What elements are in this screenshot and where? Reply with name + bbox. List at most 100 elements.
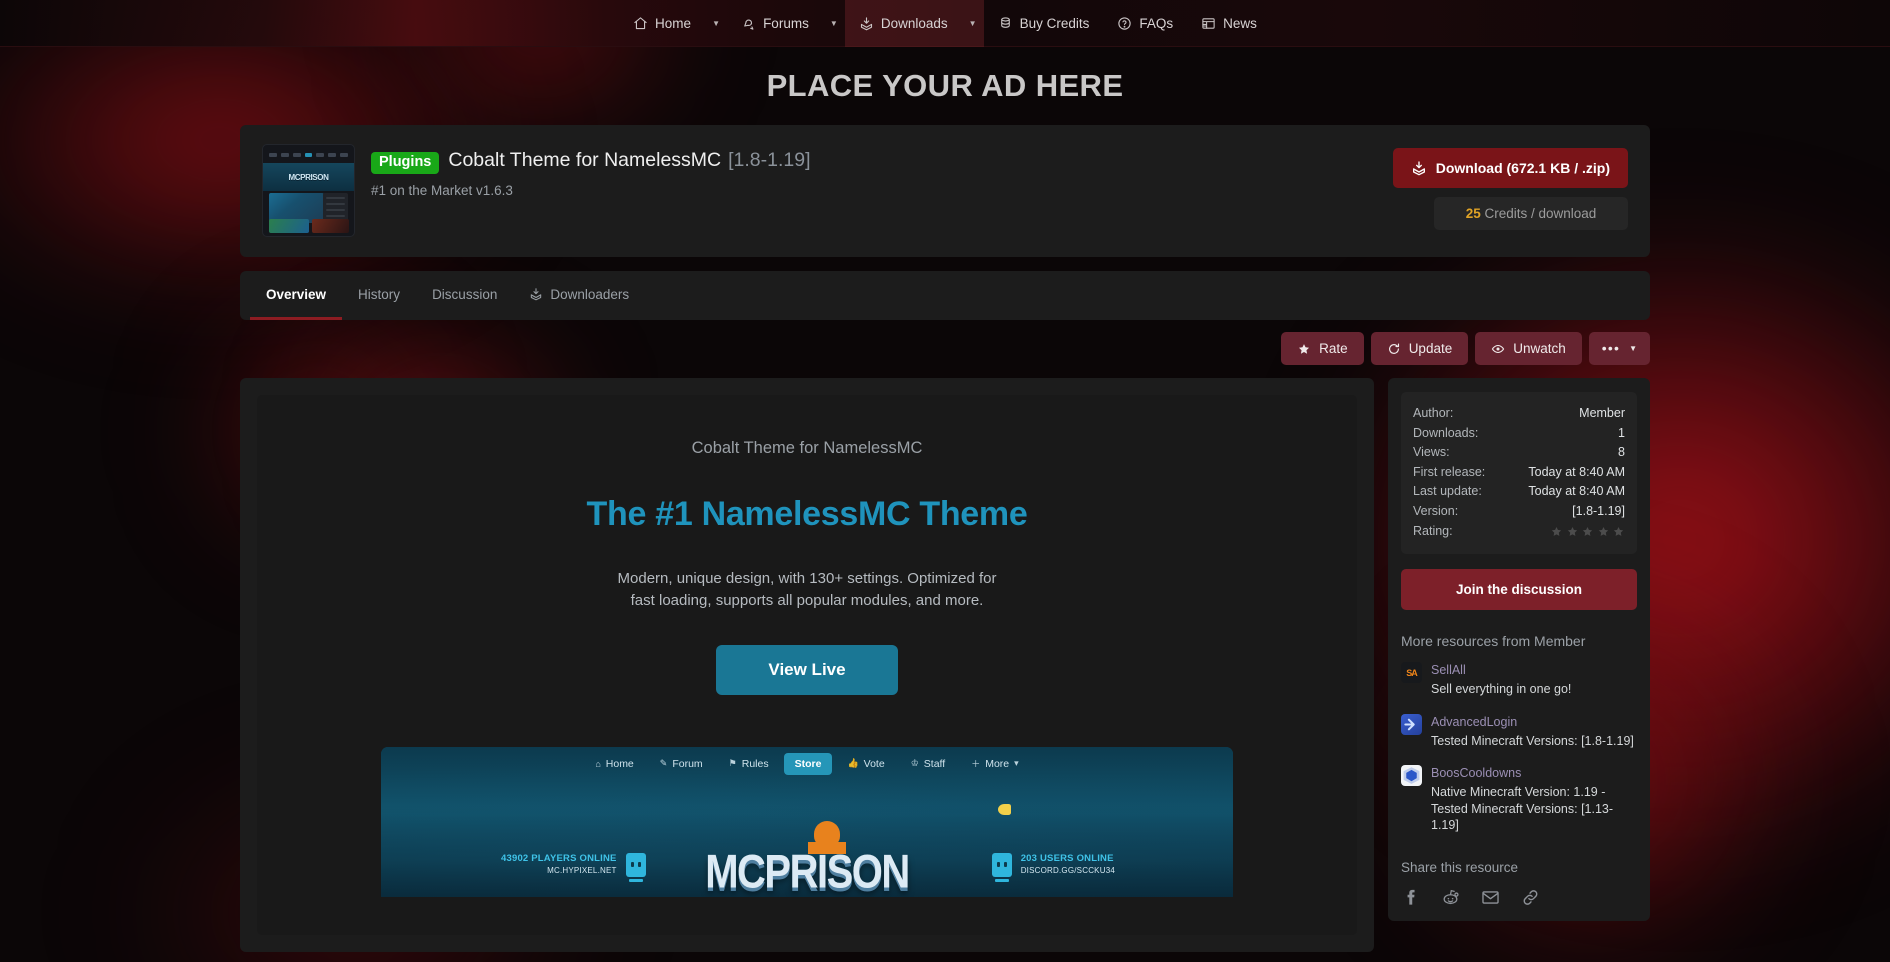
rating-stars[interactable]: [1550, 525, 1625, 538]
rate-button[interactable]: Rate: [1281, 332, 1364, 365]
screenshot-fish-decoration: [998, 803, 1011, 815]
theme-screenshot-preview[interactable]: ⌂ Home ✎ Forum ⚑ Rules Store 👍 Vote ♔ St…: [381, 746, 1233, 897]
star-icon[interactable]: [1597, 525, 1610, 538]
tab-history[interactable]: History: [342, 271, 416, 320]
resource-version-tag: [1.8-1.19]: [728, 149, 811, 171]
nav-label-buy-credits: Buy Credits: [1019, 15, 1090, 31]
thumbnail-tile-1: [269, 219, 309, 233]
resource-item-body: AdvancedLogin Tested Minecraft Versions:…: [1431, 714, 1637, 750]
facebook-icon[interactable]: [1401, 888, 1420, 907]
thumbnail-nav-strip: [269, 151, 349, 159]
nav-item-forums[interactable]: Forums: [727, 0, 823, 47]
star-icon[interactable]: [1566, 525, 1579, 538]
home-icon: ⌂: [595, 758, 601, 769]
credits-icon: [998, 16, 1013, 31]
nav-item-downloads[interactable]: Downloads: [844, 0, 962, 47]
screenshot-nav-forum-label: Forum: [672, 757, 703, 770]
resource-item-name[interactable]: SellAll: [1431, 662, 1637, 678]
list-item[interactable]: BoosCooldowns Native Minecraft Version: …: [1401, 765, 1637, 833]
crown-icon: ♔: [910, 758, 919, 768]
unwatch-button[interactable]: Unwatch: [1475, 332, 1582, 365]
resource-item-name[interactable]: BoosCooldowns: [1431, 765, 1637, 781]
nav-item-home[interactable]: Home: [619, 0, 705, 47]
screenshot-nav-vote-label: Vote: [863, 757, 885, 770]
more-resources-list: SA SellAll Sell everything in one go! Ad…: [1401, 662, 1637, 833]
update-button[interactable]: Update: [1370, 332, 1469, 365]
detail-value-last-update: Today at 8:40 AM: [1528, 484, 1625, 499]
detail-key-first-release: First release:: [1413, 464, 1486, 479]
screenshot-discord-count: 203 USERS ONLINE: [1020, 852, 1114, 864]
resource-item-name[interactable]: AdvancedLogin: [1431, 714, 1637, 730]
tab-overview[interactable]: Overview: [250, 271, 343, 320]
link-icon[interactable]: [1521, 888, 1540, 907]
list-item[interactable]: SA SellAll Sell everything in one go!: [1401, 662, 1637, 698]
nav-label-news: News: [1223, 15, 1257, 31]
ad-banner[interactable]: PLACE YOUR AD HERE: [0, 47, 1890, 125]
page-root: Home ▼ Forums ▼ Downloads ▼ Buy Credits …: [0, 0, 1890, 962]
download-icon: [1411, 160, 1427, 176]
content-container: MCPRISON Plugins Cobalt Theme for Namele…: [240, 125, 1650, 952]
email-icon[interactable]: [1481, 888, 1500, 907]
screenshot-players-text: 43902 PLAYERS ONLINE MC.HYPIXEL.NET: [501, 853, 617, 877]
tab-discussion[interactable]: Discussion: [416, 271, 513, 320]
detail-value-views: 8: [1618, 445, 1625, 460]
screenshot-nav-forum[interactable]: ✎ Forum: [649, 753, 714, 775]
chevron-down-icon: ▼: [968, 18, 977, 28]
unwatch-button-label: Unwatch: [1513, 341, 1566, 356]
view-live-button[interactable]: View Live: [716, 644, 898, 695]
resource-item-desc: Tested Minecraft Versions: [1.8-1.19]: [1431, 733, 1634, 748]
nav-item-faqs[interactable]: FAQs: [1103, 0, 1187, 47]
share-heading: Share this resource: [1401, 860, 1519, 876]
more-options-button[interactable]: ••• ▼: [1588, 332, 1650, 365]
promo-subtitle: Cobalt Theme for NamelessMC: [691, 439, 923, 457]
overview-panel: Cobalt Theme for NamelessMC The #1 Namel…: [240, 378, 1374, 952]
nav-label-forums: Forums: [763, 15, 809, 31]
resource-title-row: Plugins Cobalt Theme for NamelessMC [1.8…: [371, 149, 1393, 174]
tab-downloaders[interactable]: Downloaders: [513, 271, 645, 320]
reddit-icon[interactable]: [1441, 888, 1460, 907]
screenshot-nav-vote[interactable]: 👍 Vote: [836, 753, 895, 775]
detail-key-rating: Rating:: [1413, 523, 1453, 538]
detail-row-views: Views: 8: [1413, 443, 1625, 463]
credits-amount: 25: [1465, 206, 1481, 221]
booscooldowns-icon: [1401, 765, 1422, 787]
ellipsis-icon: •••: [1601, 340, 1621, 357]
screenshot-nav-rules[interactable]: ⚑ Rules: [718, 753, 780, 775]
star-icon[interactable]: [1612, 525, 1625, 538]
discord-icon: [991, 852, 1012, 882]
chevron-down-icon: ▼: [712, 18, 721, 28]
screenshot-nav-home[interactable]: ⌂ Home: [584, 753, 644, 775]
star-icon[interactable]: [1550, 525, 1563, 538]
screenshot-nav-store-label: Store: [794, 757, 822, 770]
screenshot-nav-staff[interactable]: ♔ Staff: [900, 753, 956, 775]
resource-item-desc: Sell everything in one go!: [1431, 682, 1572, 697]
downloaders-icon: [529, 287, 543, 301]
screenshot-discord-stat: 203 USERS ONLINE DISCORD.GG/SCCKU34: [991, 852, 1115, 882]
nav-caret-forums[interactable]: ▼: [823, 0, 845, 47]
advancedlogin-icon: [1401, 713, 1422, 735]
detail-row-last-update: Last update: Today at 8:40 AM: [1413, 482, 1625, 502]
nav-item-buy-credits[interactable]: Buy Credits: [984, 0, 1104, 47]
screenshot-octopus-decoration: [808, 820, 846, 854]
resource-thumbnail[interactable]: MCPRISON: [262, 144, 355, 237]
nav-item-news[interactable]: News: [1187, 0, 1271, 47]
screenshot-nav-more[interactable]: ＋ More ▾: [960, 752, 1029, 775]
resource-action-row: Rate Update Unwatch ••• ▼: [240, 332, 1650, 365]
detail-value-author[interactable]: Member: [1579, 404, 1625, 424]
screenshot-nav-store[interactable]: Store: [783, 752, 833, 775]
screenshot-discord-handle: DISCORD.GG/SCCKU34: [1020, 865, 1115, 875]
nav-caret-downloads[interactable]: ▼: [961, 0, 984, 47]
resource-item-body: SellAll Sell everything in one go!: [1431, 662, 1637, 698]
list-item[interactable]: AdvancedLogin Tested Minecraft Versions:…: [1401, 713, 1637, 750]
resource-item-desc: Native Minecraft Version: 1.19 - Tested …: [1431, 785, 1614, 832]
tab-overview-label: Overview: [266, 286, 327, 302]
star-icon[interactable]: [1581, 525, 1594, 538]
chevron-down-icon: ▾: [1014, 758, 1019, 768]
resource-info: Plugins Cobalt Theme for NamelessMC [1.8…: [371, 144, 1393, 198]
nav-caret-home[interactable]: ▼: [705, 0, 727, 47]
screenshot-nav: ⌂ Home ✎ Forum ⚑ Rules Store 👍 Vote ♔ St…: [381, 747, 1233, 781]
rate-button-label: Rate: [1319, 341, 1348, 356]
category-badge[interactable]: Plugins: [371, 152, 440, 174]
join-discussion-button[interactable]: Join the discussion: [1401, 569, 1637, 611]
download-button[interactable]: Download (672.1 KB / .zip): [1392, 148, 1628, 188]
